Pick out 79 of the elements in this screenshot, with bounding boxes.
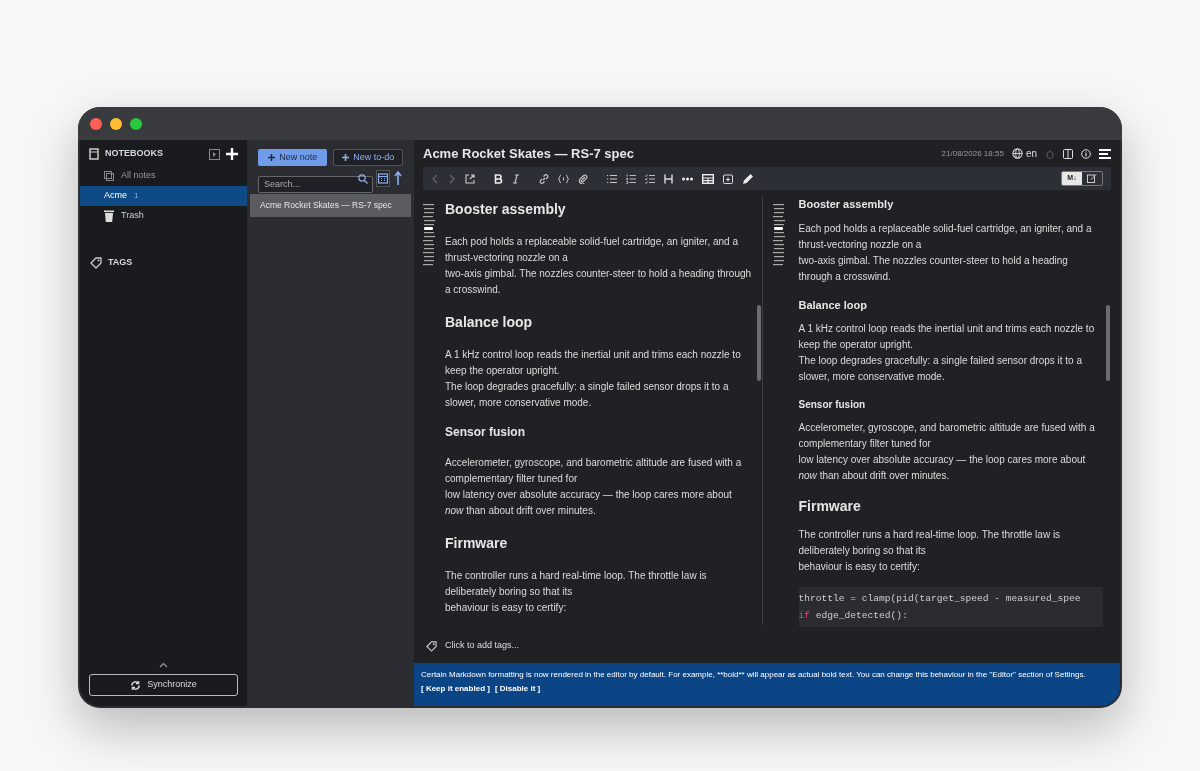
add-icon xyxy=(268,154,276,161)
ellipsis-icon[interactable] xyxy=(682,176,693,181)
notes-icon xyxy=(104,171,114,181)
layout-icon[interactable] xyxy=(1063,148,1073,159)
menu-icon[interactable] xyxy=(1099,148,1111,159)
section-heading: Firmware xyxy=(445,534,509,553)
add-icon[interactable] xyxy=(226,148,238,160)
paragraph: two-axis gimbal. The nozzles counter-steer to hold a heading through a crosswind. xyxy=(798,253,1069,284)
banner-link[interactable]: [ Disable it ] xyxy=(494,682,541,696)
section-heading: Sensor fusion xyxy=(798,398,867,412)
heading-icon[interactable] xyxy=(664,173,673,184)
paragraph: The loop degrades gracefully: a single failed sensor drops it to a slower, more conservative mode. xyxy=(798,354,1083,384)
paragraph: behaviour is easy to certify: xyxy=(798,560,921,574)
code-line: if edge_detected(): xyxy=(798,609,909,623)
new-todo-button[interactable]: New to-do xyxy=(333,149,403,166)
section-heading: Balance loop xyxy=(798,297,868,313)
link-icon[interactable] xyxy=(539,173,549,184)
outline-strip-icon[interactable] xyxy=(423,203,435,267)
code-icon[interactable] xyxy=(558,173,569,184)
info-icon[interactable] xyxy=(1081,148,1091,159)
notebooks-heading: NOTEBOOKS xyxy=(105,147,164,161)
calendar-icon[interactable] xyxy=(376,170,390,187)
paragraph: A 1 kHz control loop reads the inertial unit and trims each nozzle to keep the operator upright. xyxy=(798,322,1096,352)
paragraph: two-axis gimbal. The nozzles counter-steer to hold a heading through a crosswind. xyxy=(445,267,753,297)
maximize-button[interactable] xyxy=(130,117,142,130)
sidebar-item[interactable]: Trash xyxy=(80,206,247,226)
checklist-icon[interactable] xyxy=(645,173,655,184)
section-heading: Sensor fusion xyxy=(445,424,526,441)
search-icon xyxy=(358,174,368,184)
minimize-button[interactable] xyxy=(110,117,122,130)
bullet-list-icon[interactable] xyxy=(607,173,617,184)
timestamp: 21/08/2026 18:55 xyxy=(941,147,1004,160)
sort-arrow-icon[interactable] xyxy=(393,170,403,187)
banner-message: Certain Markdown formatting is now rendered in the editor by default. For example, **bold** will appear as actual bold text. You can change this behaviour in the "Editor" section of Settings. xyxy=(421,669,1087,681)
numbered-list-icon[interactable] xyxy=(626,173,636,184)
pencil-icon[interactable] xyxy=(742,172,754,185)
globe-icon[interactable] xyxy=(1011,148,1023,159)
notebook-icon xyxy=(89,148,99,160)
tag-icon xyxy=(426,640,437,652)
synchronize-button[interactable]: Synchronize xyxy=(89,674,238,696)
add-tags-link[interactable]: Click to add tags... xyxy=(445,639,520,653)
external-link-icon[interactable] xyxy=(465,173,475,184)
paragraph: A 1 kHz control loop reads the inertial unit and trims each nozzle to keep the operator upright. xyxy=(445,348,742,378)
close-button[interactable] xyxy=(90,117,102,130)
paragraph: low latency over absolute accuracy — the loop cares more about xyxy=(798,453,1087,467)
trash-icon xyxy=(104,210,114,222)
banner-link[interactable]: [ Keep it enabled ] xyxy=(421,682,490,696)
sidebar-item[interactable]: Acme 1 xyxy=(80,186,247,206)
search-field[interactable]: Search... xyxy=(258,175,373,193)
section-heading: Booster assembly xyxy=(445,200,567,219)
scrollbar[interactable] xyxy=(756,305,761,381)
paragraph: low latency over absolute accuracy — the loop cares more about xyxy=(445,488,733,502)
caret-up-icon[interactable] xyxy=(159,662,168,668)
language-label[interactable]: en xyxy=(1025,146,1037,161)
paragraph: now than about drift over minutes. xyxy=(445,504,597,518)
panel-toggle-icon[interactable] xyxy=(209,148,220,160)
calendar-plus-icon[interactable] xyxy=(723,173,733,184)
note-count: 1 xyxy=(134,190,139,202)
paragraph: now than about drift over minutes. xyxy=(798,469,951,483)
note-title[interactable]: Acme Rocket Skates — RS-7 spec xyxy=(423,143,934,164)
new-note-button[interactable]: New note xyxy=(258,149,328,166)
bold-icon[interactable] xyxy=(494,173,503,184)
code-line: throttle = clamp(pid(target_speed - measured_spee xyxy=(798,592,1082,606)
section-heading: Balance loop xyxy=(445,313,534,332)
paragraph: behaviour is easy to certify: xyxy=(445,601,568,615)
paragraph: The loop degrades gracefully: a single failed sensor drops it to a slower, more conservative mode. xyxy=(445,380,730,410)
note-list-item[interactable]: Acme Rocket Skates — RS-7 spec xyxy=(250,194,411,217)
scrollbar[interactable] xyxy=(1106,305,1110,381)
add-icon xyxy=(342,154,350,161)
section-heading: Firmware xyxy=(798,497,862,516)
tag-icon xyxy=(90,256,102,269)
sync-icon xyxy=(130,679,142,691)
section-heading: Booster assembly xyxy=(798,197,895,212)
paperclip-icon[interactable] xyxy=(578,173,588,184)
table-icon[interactable] xyxy=(702,173,714,184)
tags-heading: TAGS xyxy=(108,256,133,269)
italic-icon[interactable] xyxy=(512,173,520,184)
outline-strip-icon[interactable] xyxy=(772,203,785,267)
sidebar-item[interactable]: All notes xyxy=(80,166,247,186)
